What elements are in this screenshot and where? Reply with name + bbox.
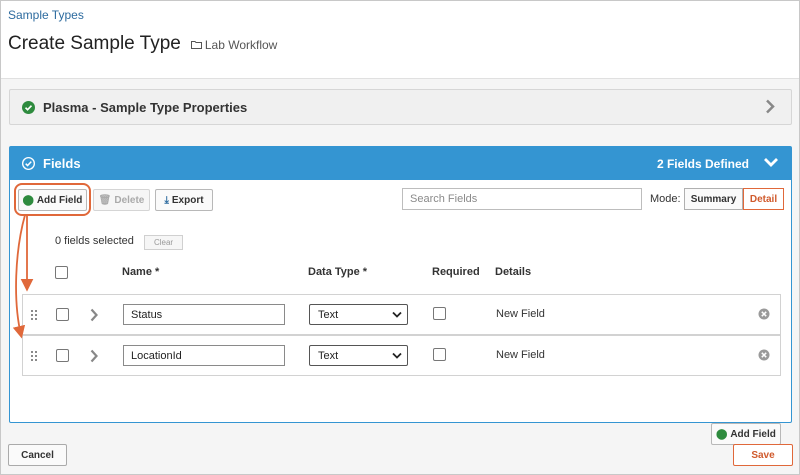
drag-handle-icon[interactable] (31, 351, 39, 361)
folder-icon (190, 41, 202, 49)
check-circle-icon (22, 100, 35, 114)
data-type-select[interactable]: Text (309, 345, 408, 366)
data-type-value: Text (318, 349, 339, 362)
export-label: Export (171, 194, 204, 206)
add-field-bottom-button[interactable]: ⬤ Add Field (711, 423, 781, 445)
clear-selection-button[interactable]: Clear (144, 235, 183, 250)
field-details: New Field (496, 349, 545, 361)
delete-label: Delete (114, 194, 145, 206)
page-title-row: Create Sample Type Lab Workflow (8, 33, 277, 55)
search-fields-input[interactable] (402, 188, 642, 210)
mode-summary-button[interactable]: Summary (684, 188, 743, 210)
column-header-name: Name * (122, 266, 160, 278)
chevron-down-icon (392, 311, 402, 318)
fields-panel-title: Fields (43, 156, 81, 171)
chevron-right-icon[interactable] (90, 308, 98, 322)
chevron-down-icon[interactable] (763, 157, 779, 168)
data-type-value: Text (318, 308, 339, 321)
drag-handle-icon[interactable] (31, 310, 39, 320)
field-name-input[interactable] (123, 304, 285, 325)
field-row: Text New Field (22, 335, 781, 376)
download-icon: ⤓ (164, 194, 169, 206)
add-field-bottom-label: Add Field (730, 428, 776, 440)
select-all-checkbox[interactable] (55, 266, 68, 279)
column-header-required: Required (432, 266, 480, 278)
remove-field-icon[interactable] (758, 308, 770, 320)
main-content: Plasma - Sample Type Properties Fields 2… (1, 79, 799, 474)
mode-detail-button[interactable]: Detail (743, 188, 784, 210)
cancel-button[interactable]: Cancel (8, 444, 67, 466)
check-circle-icon (22, 157, 35, 170)
folder-context: Lab Workflow (190, 37, 278, 52)
save-button[interactable]: Save (733, 444, 793, 466)
page-header: Sample Types Create Sample Type Lab Work… (1, 1, 799, 79)
chevron-right-icon[interactable] (765, 99, 775, 114)
row-checkbox[interactable] (56, 349, 69, 362)
remove-field-icon[interactable] (758, 349, 770, 361)
export-button[interactable]: ⤓ Export (155, 189, 213, 211)
fields-panel: Fields 2 Fields Defined ⬤ Add Field 🗑 De… (9, 146, 792, 445)
fields-panel-header[interactable]: Fields 2 Fields Defined (10, 147, 791, 180)
column-header-details: Details (495, 266, 532, 278)
chevron-down-icon (392, 352, 402, 359)
add-field-highlight (14, 183, 91, 216)
field-row: Text New Field (22, 294, 781, 335)
properties-panel-title: Plasma - Sample Type Properties (43, 99, 248, 115)
required-checkbox[interactable] (433, 307, 446, 320)
mode-label: Mode: (650, 193, 681, 205)
trash-icon: 🗑 (98, 194, 112, 206)
data-type-select[interactable]: Text (309, 304, 408, 325)
page-title: Create Sample Type (8, 33, 181, 54)
column-header-data-type: Data Type * (308, 266, 368, 278)
fields-count: 2 Fields Defined (656, 157, 749, 171)
row-checkbox[interactable] (56, 308, 69, 321)
fields-selected-count: 0 fields selected (55, 235, 134, 247)
delete-button[interactable]: 🗑 Delete (93, 189, 150, 211)
plus-circle-icon: ⬤ (716, 428, 728, 440)
breadcrumb[interactable]: Sample Types (8, 8, 84, 22)
chevron-right-icon[interactable] (90, 349, 98, 363)
fields-panel-body: ⬤ Add Field 🗑 Delete ⤓ Export Mode: Summ… (10, 180, 791, 445)
field-details: New Field (496, 308, 545, 320)
folder-label: Lab Workflow (204, 37, 278, 52)
sample-type-properties-panel[interactable]: Plasma - Sample Type Properties (9, 89, 792, 125)
required-checkbox[interactable] (433, 348, 446, 361)
field-name-input[interactable] (123, 345, 285, 366)
